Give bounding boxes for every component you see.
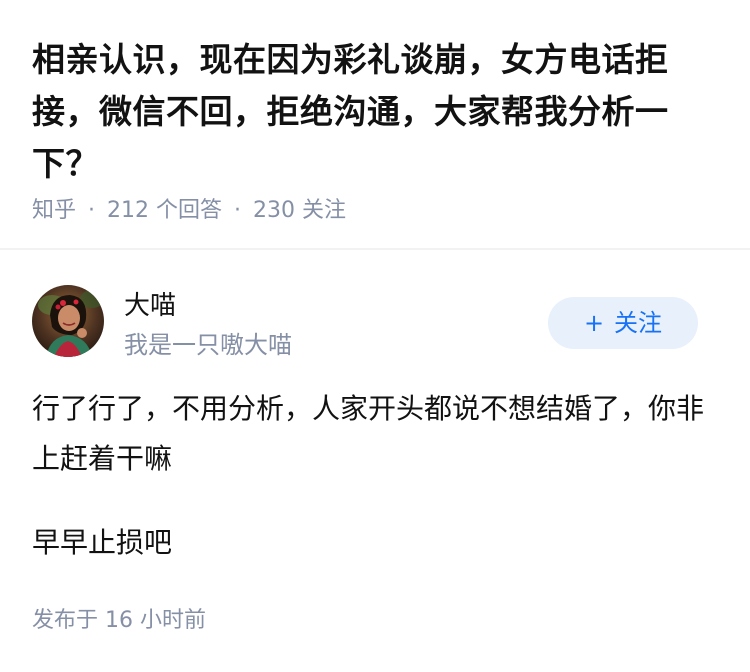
source-label[interactable]: 知乎 — [32, 198, 76, 223]
answer-content: 行了行了，不用分析，人家开头都说不想结婚了，你非上赶着干嘛 早早止损吧 — [32, 384, 722, 568]
avatar-photo-icon — [32, 285, 104, 357]
follow-button[interactable]: + 关注 — [548, 297, 698, 349]
meta-separator: · — [88, 198, 96, 223]
answer-count: 212 — [107, 198, 150, 223]
publish-prefix: 发布于 — [32, 608, 99, 633]
meta-separator: · — [234, 198, 242, 223]
answer-card: 大喵 我是一只嗷大喵 + 关注 行了行了，不用分析，人家开头都说不想结婚了，你非上… — [0, 252, 750, 672]
follow-count-unit: 关注 — [302, 198, 347, 223]
question-header: 相亲认识，现在因为彩礼谈崩，女方电话拒接，微信不回，拒绝沟通，大家帮我分析一下？… — [0, 0, 750, 250]
answer-paragraph: 早早止损吧 — [32, 526, 173, 559]
question-meta: 知乎 · 212 个回答 · 230 关注 — [32, 196, 346, 226]
question-title[interactable]: 相亲认识，现在因为彩礼谈崩，女方电话拒接，微信不回，拒绝沟通，大家帮我分析一下？ — [32, 34, 722, 190]
follow-button-label: 关注 — [614, 309, 663, 337]
answer-count-unit: 个回答 — [156, 198, 223, 223]
author-name[interactable]: 大喵 — [124, 290, 176, 322]
publish-time: 发布于 16 小时前 — [32, 606, 206, 636]
avatar[interactable] — [32, 285, 104, 357]
answer-paragraph: 行了行了，不用分析，人家开头都说不想结婚了，你非上赶着干嘛 — [32, 392, 705, 475]
follow-count: 230 — [253, 198, 296, 223]
plus-icon: + — [583, 309, 605, 337]
author-bio: 我是一只嗷大喵 — [124, 331, 292, 359]
publish-time-value: 16 小时前 — [105, 608, 207, 633]
